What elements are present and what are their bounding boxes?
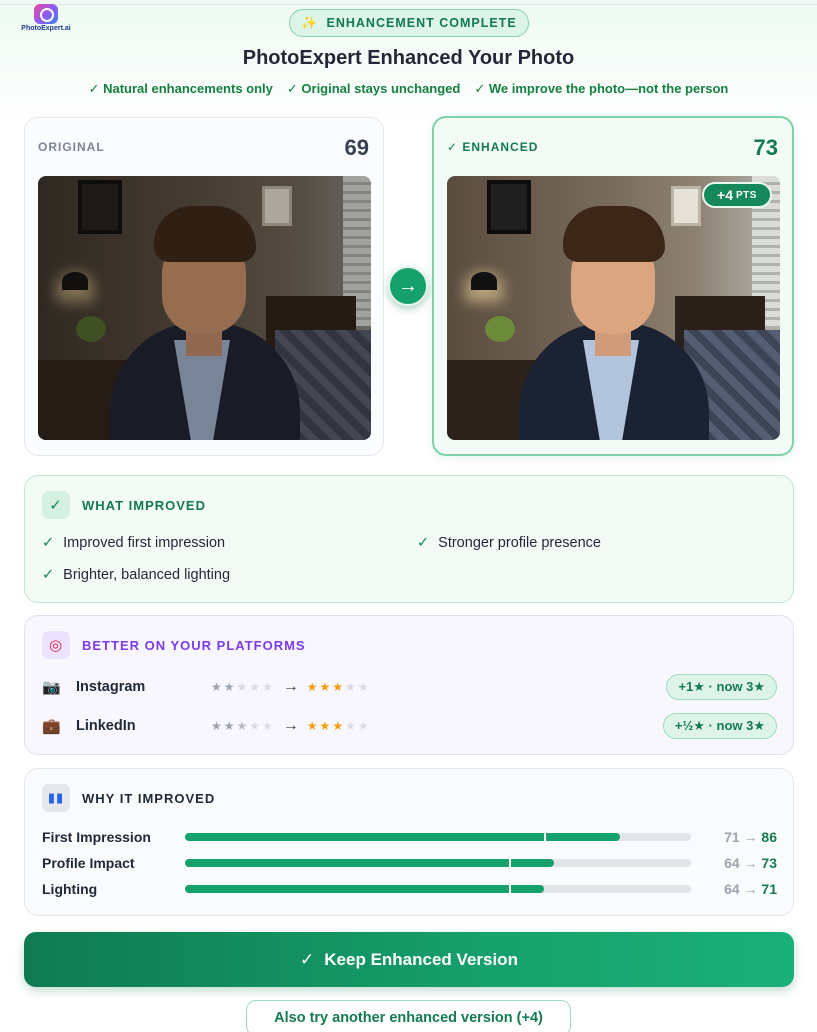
platform-row-linkedin: 💼 LinkedIn ★★★★★ → ★★★★★ +½★ · now 3★ <box>42 713 777 739</box>
points-gain-value: +4 <box>717 187 733 203</box>
metric-bar-fill <box>185 833 621 841</box>
bar-chart-icon: ▮▮ <box>42 784 70 812</box>
metric-bar <box>185 858 691 868</box>
rating-before: ★★★★★ <box>211 719 275 733</box>
why-improved-panel: ▮▮ WHY IT IMPROVED First Impression 71 →… <box>24 768 794 916</box>
rating-before: ★★★★★ <box>211 680 275 694</box>
metric-name: Profile Impact <box>42 855 135 871</box>
check-icon: ✓ <box>42 567 55 583</box>
metric-name: First Impression <box>42 829 151 845</box>
photoexpert-logo[interactable]: PhotoExpert.ai <box>20 4 72 38</box>
metric-name: Lighting <box>42 881 98 897</box>
original-label: ORIGINAL <box>38 140 105 154</box>
status-badge: ✨ ENHANCEMENT COMPLETE <box>289 9 529 37</box>
assurance-item: ✓ Natural enhancements only <box>88 81 273 96</box>
enhanced-photo: +4 PTS <box>447 176 780 440</box>
try-another-version-button[interactable]: Also try another enhanced version (+4) <box>246 1000 571 1032</box>
keep-enhanced-label: Keep Enhanced Version <box>324 949 518 969</box>
check-icon: ✓ <box>417 535 430 551</box>
enhanced-score: 73 <box>753 135 778 160</box>
target-icon: ◎ <box>42 631 70 659</box>
assurance-item: ✓ We improve the photo—not the person <box>474 81 729 96</box>
check-icon: ✓ <box>42 535 55 551</box>
metric-previous-marker <box>544 832 547 842</box>
original-photo <box>38 176 371 440</box>
metric-change: 64 → 73 <box>724 855 777 871</box>
platform-name: LinkedIn <box>76 718 136 734</box>
improvement-text: Stronger profile presence <box>438 535 601 551</box>
camera-icon: 📷 <box>42 679 61 696</box>
compare-arrow-icon: → <box>388 266 428 306</box>
what-improved-heading: WHAT IMPROVED <box>82 497 206 513</box>
metric-previous-marker <box>508 858 511 868</box>
metric-bar-fill <box>185 885 545 893</box>
arrow-right-icon: → <box>282 717 299 734</box>
arrow-right-icon: → <box>282 678 299 695</box>
platform-row-instagram: 📷 Instagram ★★★★★ → ★★★★★ +1★ · now 3★ <box>42 674 777 700</box>
status-text: ENHANCEMENT COMPLETE <box>326 16 517 30</box>
page-title: PhotoExpert Enhanced Your Photo <box>242 47 575 69</box>
metric-bar-fill <box>185 859 555 867</box>
rating-gain-badge: +1★ · now 3★ <box>666 674 777 700</box>
improvement-item: ✓ Stronger profile presence <box>417 535 601 551</box>
points-gain-badge: +4 PTS <box>702 182 772 208</box>
improvement-item: ✓ Improved first impression <box>42 535 225 551</box>
enhanced-photo-card[interactable]: ✓ ENHANCED 73 +4 PTS <box>432 116 794 456</box>
improvement-text: Improved first impression <box>63 535 226 551</box>
platforms-heading: BETTER ON YOUR PLATFORMS <box>82 637 306 653</box>
checkmark-icon: ✓ <box>42 491 70 519</box>
rating-gain-badge: +½★ · now 3★ <box>662 713 777 739</box>
keep-enhanced-button[interactable]: ✓ Keep Enhanced Version <box>24 932 794 987</box>
metric-row: First Impression 71 → 86 <box>42 828 777 846</box>
camera-logo-icon <box>34 4 58 24</box>
metric-bar <box>185 884 691 894</box>
what-improved-panel: ✓ WHAT IMPROVED ✓ Improved first impress… <box>24 475 794 603</box>
rating-after: ★★★★★ <box>306 719 371 733</box>
points-gain-unit: PTS <box>736 189 757 201</box>
platforms-panel: ◎ BETTER ON YOUR PLATFORMS 📷 Instagram ★… <box>24 615 794 755</box>
metric-row: Lighting 64 → 71 <box>42 880 777 898</box>
top-divider <box>0 4 817 5</box>
sparkle-icon: ✨ <box>301 15 319 30</box>
metric-bar <box>185 832 691 842</box>
assurance-item: ✓ Original stays unchanged <box>286 81 461 96</box>
assurance-list: ✓ Natural enhancements only ✓ Original s… <box>0 81 817 97</box>
briefcase-icon: 💼 <box>42 718 61 735</box>
logo-text: PhotoExpert.ai <box>21 25 71 32</box>
original-photo-card: ORIGINAL 69 <box>24 117 384 456</box>
platform-name: Instagram <box>76 679 146 695</box>
rating-after: ★★★★★ <box>306 680 371 694</box>
why-improved-heading: WHY IT IMPROVED <box>82 790 216 806</box>
check-icon: ✓ <box>300 949 315 969</box>
metric-change: 71 → 86 <box>724 829 777 845</box>
enhanced-label: ✓ ENHANCED <box>447 140 539 154</box>
metric-previous-marker <box>508 884 511 894</box>
metric-change: 64 → 71 <box>724 881 777 897</box>
metric-row: Profile Impact 64 → 73 <box>42 854 777 872</box>
improvement-text: Brighter, balanced lighting <box>63 567 231 583</box>
original-score: 69 <box>344 135 369 160</box>
improvement-item: ✓ Brighter, balanced lighting <box>42 567 230 583</box>
